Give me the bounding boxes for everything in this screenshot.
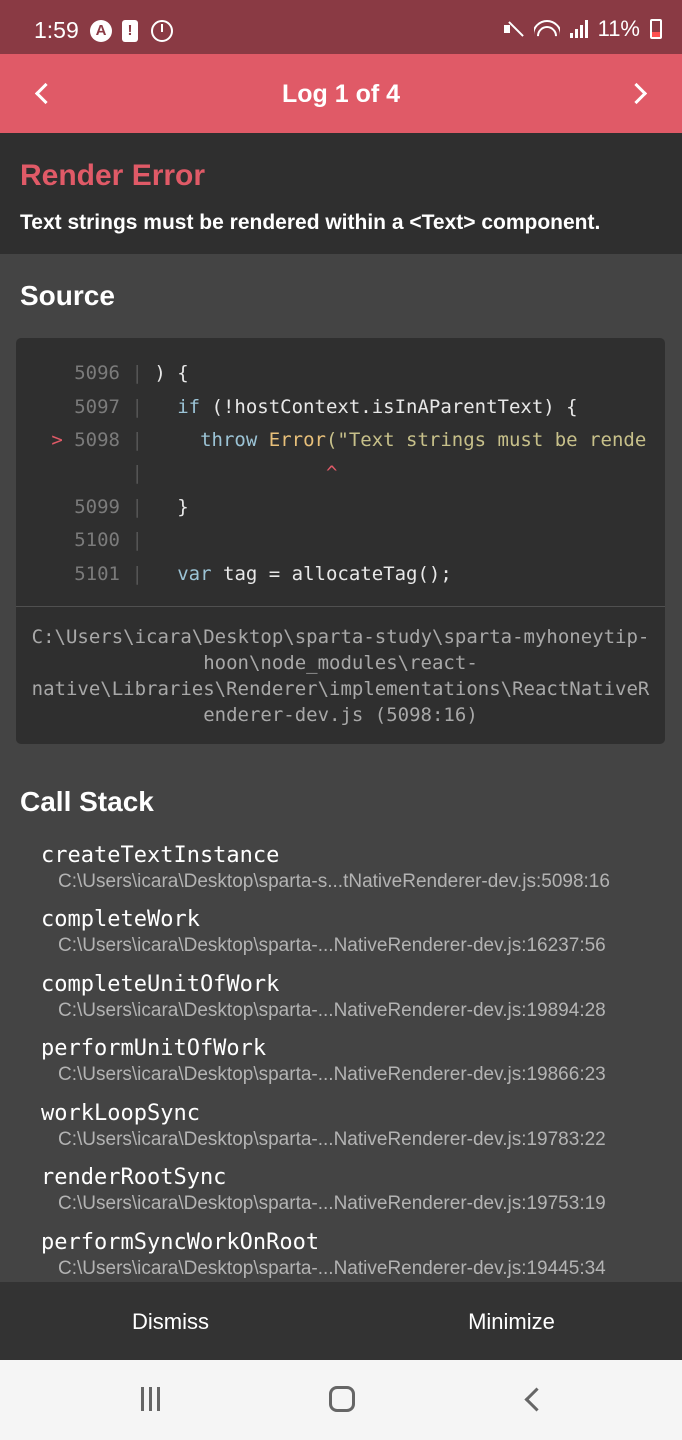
source-heading: Source [20, 280, 115, 311]
code-line: 5099 | } [74, 496, 189, 518]
app-a-icon: A [90, 20, 112, 42]
stack-frame[interactable]: performSyncWorkOnRoot C:\Users\icara\Desk… [41, 1229, 606, 1279]
logbox-footer: Dismiss Minimize [0, 1282, 682, 1360]
code-line: 5101 | var tag = allocateTag(); [74, 563, 452, 585]
stack-frame[interactable]: createTextInstance C:\Users\icara\Desktop… [41, 842, 610, 894]
recent-apps-icon[interactable] [121, 1382, 181, 1418]
log-title: Log 1 of 4 [281, 80, 401, 108]
source-file-path[interactable]: C:\Users\icara\Desktop\sparta-study\spar… [16, 624, 665, 728]
power-icon [151, 20, 173, 42]
stack-frame[interactable]: completeUnitOfWork C:\Users\icara\Desktop… [41, 971, 606, 1023]
error-message: Text strings must be rendered within a <… [20, 211, 601, 234]
status-bar: 1:59 A ! 11% [0, 0, 682, 54]
chevron-right-icon [625, 82, 648, 105]
error-summary: Render Error Text strings must be render… [0, 133, 682, 254]
log-header: Log 1 of 4 [0, 54, 682, 133]
mute-icon [502, 18, 524, 40]
battery-icon [650, 19, 662, 39]
signal-icon [569, 20, 588, 38]
code-line: 5097 | if (!hostContext.isInAParentText)… [74, 396, 578, 418]
wifi-icon [533, 18, 560, 40]
stack-frame[interactable]: renderRootSync C:\Users\icara\Desktop\spa… [41, 1164, 606, 1216]
status-time: 1:59 [34, 17, 79, 43]
source-code-frame[interactable]: 5096 | ) { 5097 | if (!hostContext.isInA… [16, 338, 665, 744]
battery-percent: 11% [597, 16, 640, 41]
code-divider [16, 606, 665, 607]
status-right-icons: 11% [502, 16, 662, 42]
error-title: Render Error [20, 159, 206, 192]
stack-frame[interactable]: performUnitOfWork C:\Users\icara\Desktop\… [41, 1035, 606, 1087]
home-icon[interactable] [311, 1382, 371, 1418]
minimize-button[interactable]: Minimize [341, 1282, 682, 1360]
call-stack-heading: Call Stack [20, 786, 154, 817]
dismiss-button[interactable]: Dismiss [0, 1282, 341, 1360]
call-stack-list[interactable]: createTextInstance C:\Users\icara\Desktop… [0, 842, 682, 1279]
code-line-caret: | ^ [131, 462, 338, 484]
stack-frame[interactable]: completeWork C:\Users\icara\Desktop\spart… [41, 906, 606, 958]
stack-frame[interactable]: workLoopSync C:\Users\icara\Desktop\spart… [41, 1100, 606, 1152]
code-line: 5096 | ) { [74, 362, 189, 384]
next-log-button[interactable] [616, 74, 660, 114]
code-line-highlighted: > 5098 | throw Error("Text strings must … [51, 429, 647, 451]
back-icon[interactable] [502, 1382, 562, 1418]
system-nav-bar [0, 1360, 682, 1440]
code-line: 5100 | [74, 529, 143, 551]
alert-icon: ! [122, 20, 138, 42]
